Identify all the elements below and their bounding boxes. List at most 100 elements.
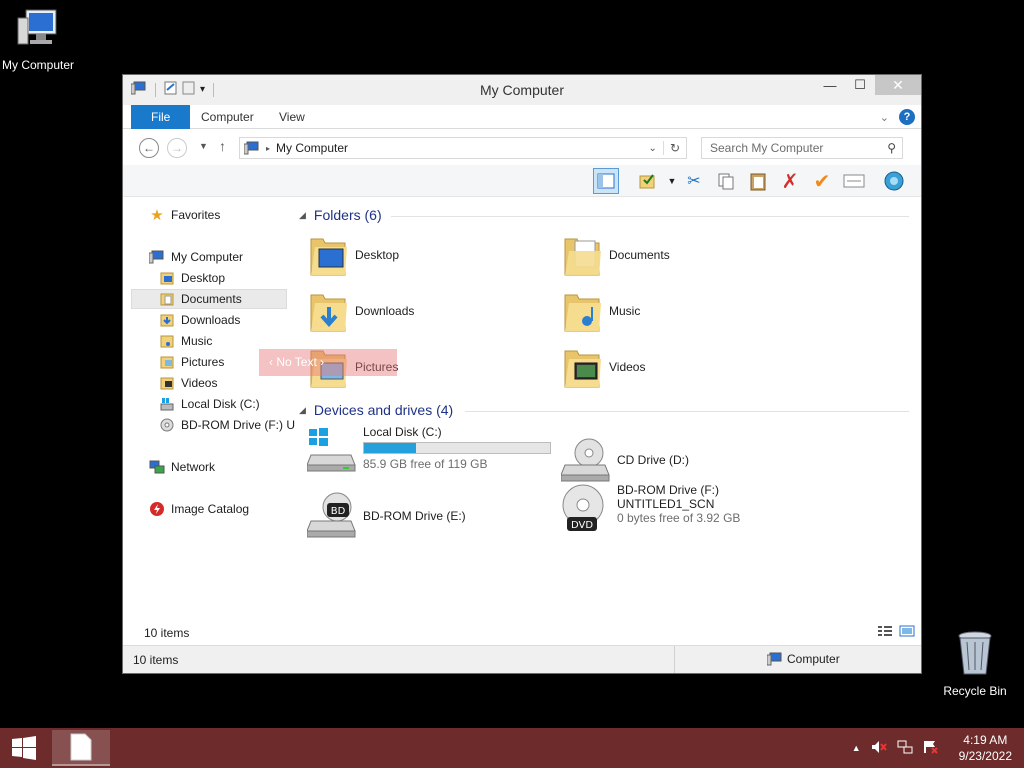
minimize-button[interactable]: —	[815, 75, 845, 95]
svg-text:DVD: DVD	[571, 520, 593, 531]
drive-c-name: Local Disk (C:)	[363, 425, 442, 439]
drive-c-usage-fill	[364, 443, 417, 453]
clock-time: 4:19 AM	[963, 733, 1008, 747]
folder-downloads[interactable]: Downloads	[309, 287, 414, 335]
items-count: 10 items	[144, 626, 190, 640]
document-icon	[70, 733, 92, 761]
local-disk-icon	[159, 396, 175, 412]
nav-music[interactable]: Music	[159, 331, 212, 351]
up-button[interactable]: ↑	[219, 138, 226, 154]
address-computer-icon	[244, 141, 259, 155]
drive-f-label: UNTITLED1_SCN	[617, 497, 715, 511]
cut-icon[interactable]: ✂	[681, 168, 707, 194]
items-count-row: 10 items	[123, 621, 921, 643]
drag-tooltip: ‹ No Text ›	[259, 349, 397, 376]
local-disk-icon	[307, 428, 356, 472]
breadcrumb-chevron-icon[interactable]: ▸	[266, 144, 270, 153]
tab-computer[interactable]: Computer	[187, 105, 268, 129]
help-icon[interactable]: ?	[899, 109, 915, 125]
desktop-recycle-bin-label: Recycle Bin	[943, 684, 1007, 698]
copy-icon[interactable]	[713, 168, 739, 194]
address-dropdown-icon[interactable]: ⌄	[649, 143, 657, 154]
folder-desktop[interactable]: Desktop	[309, 231, 399, 279]
image-catalog-toolbar-icon[interactable]	[881, 168, 907, 194]
desktop-my-computer-label: My Computer	[1, 58, 75, 72]
nav-desktop[interactable]: Desktop	[159, 268, 225, 288]
music-folder-icon	[159, 333, 175, 349]
expand-ribbon-icon[interactable]: ⌄	[880, 111, 889, 124]
network-status-icon[interactable]	[897, 740, 913, 757]
folder-music[interactable]: Music	[563, 287, 640, 335]
drive-local-disk-c[interactable]: Local Disk (C:) 85.9 GB free of 119 GB	[307, 425, 551, 475]
details-view-icon[interactable]	[877, 625, 893, 640]
tab-file[interactable]: File	[131, 105, 191, 129]
rename-icon[interactable]: ✔	[809, 168, 835, 194]
preview-pane-icon[interactable]	[593, 168, 619, 194]
desktop-recycle-bin-icon[interactable]: Recycle Bin	[933, 630, 1017, 698]
nav-downloads[interactable]: Downloads	[159, 310, 240, 330]
show-hidden-icons-icon[interactable]: ▲	[852, 743, 861, 753]
nav-documents[interactable]: Documents	[159, 289, 242, 309]
start-button[interactable]	[0, 728, 48, 768]
image-catalog-icon	[149, 501, 165, 517]
documents-folder-icon	[159, 291, 175, 307]
computer-icon	[17, 9, 57, 45]
volume-muted-icon[interactable]	[871, 740, 887, 757]
address-bar[interactable]: ▸ My Computer ⌄ ↻	[239, 137, 687, 159]
music-folder-icon	[564, 294, 601, 332]
action-center-icon[interactable]	[923, 740, 939, 757]
navigation-pane: ★ Favorites My Computer Desktop Document…	[131, 199, 295, 609]
nav-favorites[interactable]: ★ Favorites	[149, 205, 220, 225]
close-button[interactable]: ✕	[875, 75, 921, 95]
nav-videos[interactable]: Videos	[159, 373, 217, 393]
nav-bd-rom-f[interactable]: BD-ROM Drive (F:) U	[159, 415, 295, 435]
status-bar: 10 items Computer	[123, 645, 921, 673]
refresh-icon[interactable]: ↻	[662, 141, 680, 155]
clock-date: 9/23/2022	[958, 749, 1012, 763]
devices-group-header[interactable]: ◢ Devices and drives (4)	[299, 402, 909, 418]
search-box[interactable]: Search My Computer ⚲	[701, 137, 903, 159]
navigation-bar: ← → ▼ ↑ ▸ My Computer ⌄ ↻ Search My Comp…	[123, 129, 921, 165]
window-controls: — ☐ ✕	[815, 75, 921, 95]
back-button[interactable]: ←	[139, 138, 159, 158]
folders-group-header[interactable]: ◢ Folders (6)	[299, 207, 909, 223]
windows-logo-icon	[12, 736, 36, 760]
videos-folder-icon	[564, 350, 601, 388]
drive-cd-d[interactable]: CD Drive (D:)	[561, 435, 689, 485]
drive-bd-rom-e[interactable]: BD BD-ROM Drive (E:)	[307, 491, 466, 541]
disc-drive-icon	[159, 417, 175, 433]
recent-locations-icon[interactable]: ▼	[199, 141, 208, 151]
drive-bd-rom-f[interactable]: DVD BD-ROM Drive (F:) UNTITLED1_SCN 0 by…	[561, 483, 740, 533]
nav-pictures[interactable]: Pictures	[159, 352, 224, 372]
large-icons-view-icon[interactable]	[899, 625, 915, 640]
properties-toolbar-icon[interactable]	[841, 168, 867, 194]
taskbar-app-button[interactable]	[52, 730, 110, 766]
nav-local-disk-c[interactable]: Local Disk (C:)	[159, 394, 260, 414]
svg-text:BD: BD	[331, 506, 346, 517]
status-items-count: 10 items	[133, 653, 179, 667]
desktop-my-computer-icon[interactable]: My Computer	[0, 8, 80, 72]
tab-view[interactable]: View	[265, 105, 319, 129]
search-icon[interactable]: ⚲	[887, 141, 896, 155]
computer-icon	[149, 249, 165, 265]
folder-options-icon[interactable]	[635, 168, 661, 194]
content-pane: ◢ Folders (6) Desktop Documents Download…	[295, 199, 915, 619]
delete-icon[interactable]: ✗	[777, 168, 803, 194]
maximize-button[interactable]: ☐	[845, 75, 875, 95]
desktop-folder-icon	[159, 270, 175, 286]
recycle-bin-icon	[958, 631, 992, 675]
bd-rom-drive-icon: BD	[307, 492, 356, 538]
clock[interactable]: 4:19 AM 9/23/2022	[959, 732, 1012, 764]
command-toolbar: ▼ ✂ ✗ ✔	[123, 165, 921, 197]
nav-my-computer[interactable]: My Computer	[149, 247, 243, 267]
nav-image-catalog[interactable]: Image Catalog	[149, 499, 249, 519]
taskbar: ▲ 4:19 AM 9/23/2022	[0, 728, 1024, 768]
folder-videos[interactable]: Videos	[563, 343, 645, 391]
drive-c-usage-bar	[363, 442, 551, 454]
nav-network[interactable]: Network	[149, 457, 215, 477]
forward-button[interactable]: →	[167, 138, 187, 158]
star-icon: ★	[150, 207, 164, 224]
folder-documents[interactable]: Documents	[563, 231, 670, 279]
paste-icon[interactable]	[745, 168, 771, 194]
search-placeholder: Search My Computer	[710, 141, 824, 155]
